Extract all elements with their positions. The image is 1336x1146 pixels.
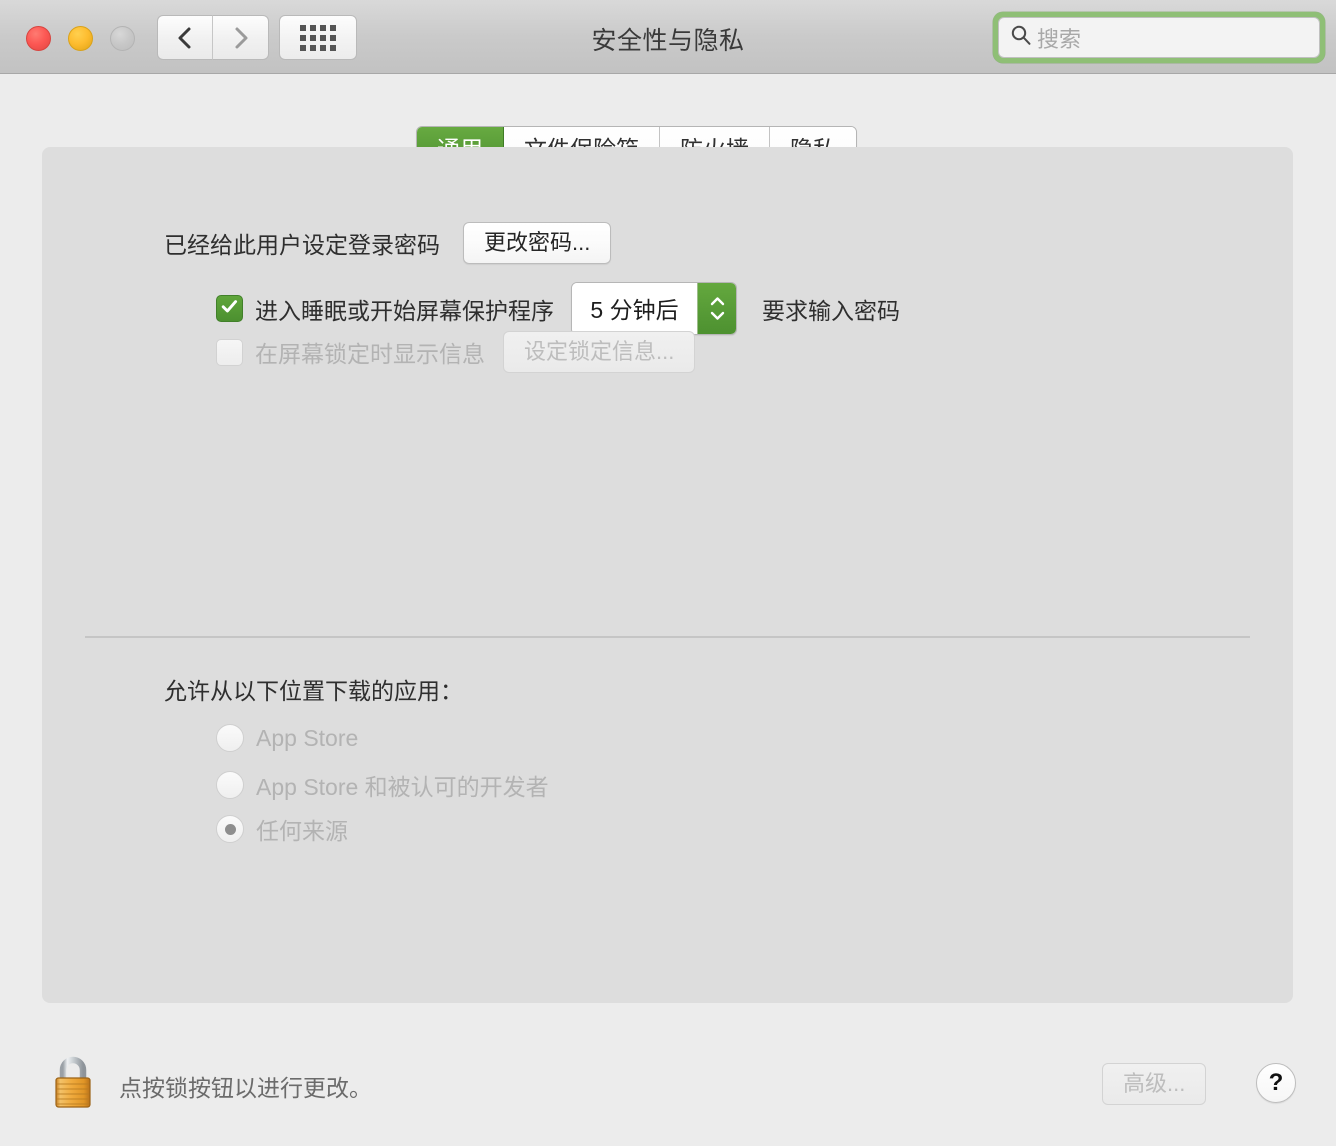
radio-appstore-identified[interactable] <box>216 771 244 799</box>
window-toolbar: 安全性与隐私 搜索 <box>0 0 1336 74</box>
password-status-label: 已经给此用户设定登录密码 <box>164 232 440 258</box>
require-password-row: 进入睡眠或开始屏幕保护程序 5 分钟后 要求输入密码 <box>216 282 900 335</box>
downloads-heading: 允许从以下位置下载的应用： <box>164 678 463 704</box>
require-password-label-before: 进入睡眠或开始屏幕保护程序 <box>255 297 554 324</box>
require-password-label-after: 要求输入密码 <box>762 297 900 324</box>
radio-anywhere[interactable] <box>216 815 244 843</box>
general-pane <box>42 147 1293 1003</box>
checkmark-icon <box>220 297 239 321</box>
search-field[interactable]: 搜索 <box>998 17 1320 58</box>
stepper-arrows-icon[interactable] <box>697 283 736 334</box>
section-divider <box>85 636 1250 638</box>
lock-hint-text: 点按锁按钮以进行更改。 <box>119 1075 372 1101</box>
radio-selected-dot-icon <box>224 823 236 835</box>
search-icon <box>1010 24 1032 51</box>
radio-anywhere-label: 任何来源 <box>256 818 348 844</box>
search-input-placeholder: 搜索 <box>1037 26 1082 52</box>
change-password-button[interactable]: 更改密码... <box>463 222 612 264</box>
system-preferences-window: 安全性与隐私 搜索 通用 文件保险箱 防火墙 隐私 已经给此用户设定登录密码 更… <box>0 0 1336 1146</box>
help-button[interactable]: ? <box>1256 1063 1296 1103</box>
download-source-option-appstore-identified[interactable]: App Store 和被认可的开发者 <box>216 768 549 802</box>
lock-button[interactable] <box>48 1053 98 1115</box>
sleep-delay-stepper[interactable]: 5 分钟后 <box>571 282 737 335</box>
download-source-option-appstore[interactable]: App Store <box>216 724 358 752</box>
lock-closed-icon <box>48 1056 98 1119</box>
downloads-heading-row: 允许从以下位置下载的应用： <box>164 672 463 706</box>
require-password-checkbox[interactable] <box>216 295 243 322</box>
show-lock-message-label: 在屏幕锁定时显示信息 <box>255 341 485 367</box>
download-source-option-anywhere[interactable]: 任何来源 <box>216 812 348 846</box>
password-status-row: 已经给此用户设定登录密码 更改密码... <box>164 222 612 264</box>
set-lock-message-button[interactable]: 设定锁定信息... <box>503 331 696 373</box>
radio-appstore-label: App Store <box>256 724 359 751</box>
search-field-focus-ring: 搜索 <box>993 12 1325 63</box>
show-lock-message-checkbox[interactable] <box>216 338 243 366</box>
sleep-delay-value[interactable]: 5 分钟后 <box>572 283 697 334</box>
advanced-button[interactable]: 高级... <box>1102 1063 1207 1105</box>
radio-appstore[interactable] <box>216 724 244 752</box>
radio-appstore-identified-label: App Store 和被认可的开发者 <box>256 774 549 800</box>
lock-message-row: 在屏幕锁定时显示信息 设定锁定信息... <box>216 331 696 373</box>
